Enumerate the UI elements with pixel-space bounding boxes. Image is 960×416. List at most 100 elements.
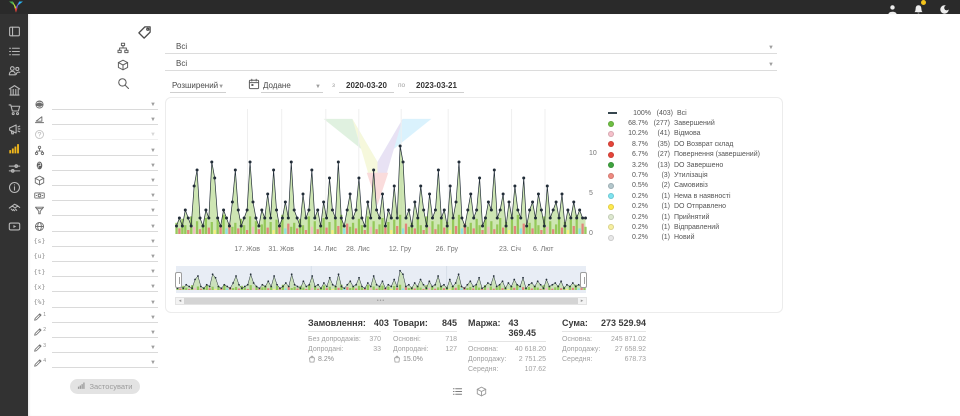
navigator-left-handle[interactable]: [175, 272, 182, 288]
summary-sublabel: 8.2%: [318, 356, 334, 363]
custom-field-1-filter-row: 1▼: [33, 310, 158, 325]
scroll-left-button[interactable]: ◂: [176, 298, 184, 304]
source-filter-select[interactable]: ▼: [52, 221, 158, 232]
variable-pct-filter-select[interactable]: ▼: [52, 297, 158, 308]
app-logo-icon[interactable]: [7, 1, 25, 13]
legend-item[interactable]: 0.2%(1)DO Отправлено: [608, 202, 760, 212]
x-tick-label: 28. Лис: [346, 246, 370, 253]
chart-scrollbar[interactable]: ◂ ••• ▸: [175, 297, 587, 305]
legend-dot-swatch: [608, 193, 614, 199]
sidebar-item-marketing[interactable]: [0, 120, 28, 140]
status-filter-select[interactable]: ▼: [52, 99, 158, 110]
variable-t-filter-select[interactable]: ▼: [52, 266, 158, 277]
legend-dot-swatch: [608, 121, 614, 127]
legend-label: Новий: [674, 234, 695, 241]
scrollbar-thumb[interactable]: •••: [184, 298, 578, 304]
apply-button[interactable]: Застосувати: [70, 379, 140, 394]
legend-percent: 0.2%: [618, 234, 648, 241]
legend-count: (35): [648, 141, 670, 148]
legend-label: Прийнятий: [674, 214, 709, 221]
legend-item[interactable]: 0.2%(1)Прийнятий: [608, 212, 760, 222]
legend-item[interactable]: 10.2%(41)Відмова: [608, 129, 760, 139]
unknown-filter-select[interactable]: ▼: [52, 129, 158, 140]
preset-tag-icon[interactable]: [137, 25, 152, 45]
sidebar-item-tutorials[interactable]: [0, 217, 28, 237]
summary-title: Замовлення:: [308, 318, 366, 328]
app-root: Всі ▼ Всі ▼ Розширений ▼ Додане ▼ з 2020…: [0, 0, 960, 416]
date-to-value: 2023-03-21: [416, 81, 457, 90]
x-tick-label: 17. Жов: [234, 246, 260, 253]
summary-sublabel: Середня:: [468, 366, 498, 373]
sidebar-item-settings[interactable]: [0, 159, 28, 179]
navigator-right-handle[interactable]: [580, 272, 587, 288]
date-to-input[interactable]: 2023-03-21: [409, 76, 464, 93]
variable-x-filter-select[interactable]: ▼: [52, 281, 158, 292]
funnel-filter-row: ▼: [33, 203, 158, 218]
variable-s-filter-select[interactable]: ▼: [52, 236, 158, 247]
identity-filter-select[interactable]: ▼: [52, 160, 158, 171]
user-avatar-icon[interactable]: [887, 2, 898, 13]
legend-count: (1): [648, 214, 670, 221]
main-sidebar: [0, 14, 28, 416]
legend-dot-swatch: [608, 235, 614, 241]
legend-item[interactable]: 0.2%(1)Новий: [608, 233, 760, 243]
theme-toggle-icon[interactable]: [939, 2, 950, 13]
category-filter-select[interactable]: Всі ▼: [165, 38, 777, 54]
sidebar-item-dashboard[interactable]: [0, 22, 28, 42]
variable-u-filter-select[interactable]: ▼: [52, 251, 158, 262]
summary-title: Маржа:: [468, 318, 500, 338]
sidebar-item-info[interactable]: [0, 178, 28, 198]
custom-field-4-filter-row: 4▼: [33, 355, 158, 370]
chevron-down-icon: ▼: [150, 208, 156, 214]
chevron-down-icon: ▼: [150, 315, 156, 321]
legend-item[interactable]: 0.2%(1)Відправлений: [608, 222, 760, 232]
product-filter-select[interactable]: Всі ▼: [165, 55, 777, 71]
structure-filter-select[interactable]: ▼: [52, 145, 158, 156]
structure-filter-row: ▼: [33, 143, 158, 158]
legend-item[interactable]: 0.7%(3)Утилізація: [608, 170, 760, 180]
sidebar-item-analytics[interactable]: [0, 139, 28, 159]
sidebar-item-warehouse[interactable]: [0, 81, 28, 101]
report-package-icon[interactable]: [476, 384, 487, 402]
legend-item[interactable]: 100%(403)Всі: [608, 108, 760, 118]
report-list-icon[interactable]: [452, 384, 463, 402]
legend-count: (13): [648, 162, 670, 169]
payment-filter-select[interactable]: ▼: [52, 190, 158, 201]
product-type-filter-select[interactable]: ▼: [52, 175, 158, 186]
chevron-down-icon: ▼: [315, 84, 321, 90]
summary-subrow: Допродажу:27 658.92: [562, 345, 646, 355]
legend-count: (277): [648, 120, 670, 127]
search-mode-select[interactable]: Розширений ▼: [170, 76, 226, 93]
date-field-select[interactable]: Додане ▼: [261, 76, 323, 93]
legend-item[interactable]: 6.7%(27)Повернення (завершений): [608, 150, 760, 160]
legend-item[interactable]: 8.7%(35)DO Возврат склад: [608, 139, 760, 149]
custom-field-4-filter-select[interactable]: ▼: [52, 357, 158, 368]
scroll-right-button[interactable]: ▸: [578, 298, 586, 304]
pencil-icon: 2: [33, 327, 46, 337]
level-filter-select[interactable]: ▼: [52, 114, 158, 125]
custom-field-2-filter-select[interactable]: ▼: [52, 327, 158, 338]
sidebar-item-orders[interactable]: [0, 42, 28, 62]
sidebar-item-partners[interactable]: [0, 198, 28, 218]
notifications-bell-icon[interactable]: [913, 2, 924, 13]
sidebar-item-clients[interactable]: [0, 61, 28, 81]
chevron-down-icon: ▼: [768, 62, 774, 68]
legend-line-swatch: [608, 112, 617, 114]
legend-item[interactable]: 0.5%(2)Самовивіз: [608, 181, 760, 191]
date-from-input[interactable]: 2020-03-20: [339, 76, 394, 93]
custom-field-1-filter-select[interactable]: ▼: [52, 312, 158, 323]
summary-sublabel: Без допродажів:: [308, 336, 361, 343]
custom-field-3-filter-select[interactable]: ▼: [52, 342, 158, 353]
unknown-filter-row: ▼: [33, 127, 158, 142]
sidebar-item-sales[interactable]: [0, 100, 28, 120]
search-icon[interactable]: [117, 77, 130, 95]
legend-item[interactable]: 3.2%(13)DO Завершено: [608, 160, 760, 170]
summary-column: Сума:273 529.94Основна:245 871.02Допрода…: [562, 318, 646, 374]
date-to-label: по: [398, 82, 405, 89]
date-from-label: з: [332, 82, 335, 89]
legend-item[interactable]: 68.7%(277)Завершений: [608, 118, 760, 128]
funnel-filter-select[interactable]: ▼: [52, 205, 158, 216]
summary-sublabel: Основна:: [468, 346, 498, 353]
legend-item[interactable]: 0.2%(1)Нема в наявності: [608, 191, 760, 201]
summary-title: Сума:: [562, 318, 588, 328]
